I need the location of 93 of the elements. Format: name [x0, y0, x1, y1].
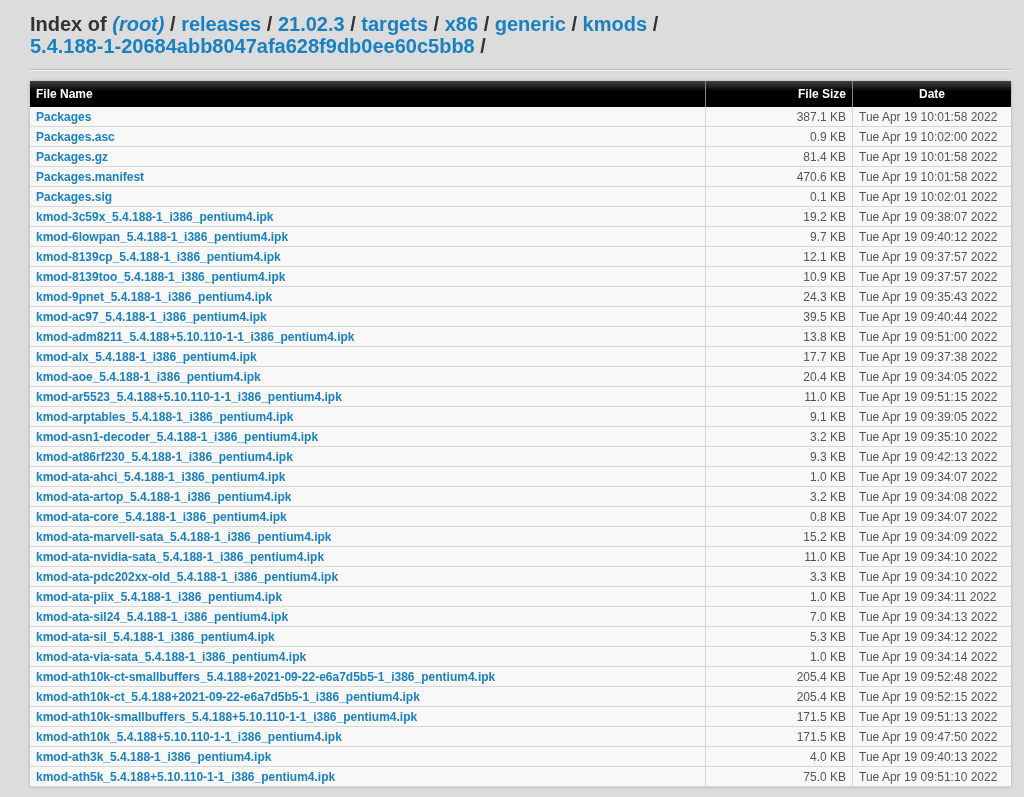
path-separator: /	[571, 13, 578, 35]
file-size: 0.1 KB	[705, 186, 853, 207]
file-date: Tue Apr 19 09:34:10 2022	[852, 546, 1011, 567]
file-size: 171.5 KB	[705, 706, 853, 727]
file-date: Tue Apr 19 09:37:57 2022	[852, 266, 1011, 287]
breadcrumb-link[interactable]: releases	[181, 13, 262, 35]
file-size: 81.4 KB	[705, 146, 853, 167]
file-link[interactable]: Packages.gz	[36, 149, 109, 164]
breadcrumb-link[interactable]: targets	[361, 13, 428, 35]
file-date: Tue Apr 19 09:40:44 2022	[852, 306, 1011, 327]
file-size: 10.9 KB	[705, 266, 853, 287]
file-date: Tue Apr 19 09:52:15 2022	[852, 686, 1011, 707]
file-date: Tue Apr 19 09:39:05 2022	[852, 406, 1011, 427]
path-separator: /	[652, 13, 659, 35]
file-size: 5.3 KB	[705, 626, 853, 647]
file-size: 4.0 KB	[705, 746, 853, 767]
file-size: 1.0 KB	[705, 466, 853, 487]
file-size: 9.7 KB	[705, 226, 853, 247]
column-header[interactable]: File Name	[30, 81, 706, 107]
file-size: 1.0 KB	[705, 646, 853, 667]
breadcrumb-link[interactable]: x86	[444, 13, 479, 35]
file-size: 7.0 KB	[705, 606, 853, 627]
file-date: Tue Apr 19 09:51:00 2022	[852, 326, 1011, 347]
file-size: 205.4 KB	[705, 686, 853, 707]
file-date: Tue Apr 19 09:35:43 2022	[852, 286, 1011, 307]
file-link[interactable]: Packages.manifest	[36, 169, 145, 184]
file-size: 470.6 KB	[705, 166, 853, 187]
file-date: Tue Apr 19 09:40:12 2022	[852, 226, 1011, 247]
file-size: 39.5 KB	[705, 306, 853, 327]
file-size: 3.3 KB	[705, 566, 853, 587]
column-header[interactable]: Date	[852, 81, 1011, 107]
file-size: 171.5 KB	[705, 726, 853, 747]
file-size: 205.4 KB	[705, 666, 853, 687]
file-link[interactable]: Packages.asc	[36, 129, 115, 144]
file-size: 20.4 KB	[705, 366, 853, 387]
file-size: 11.0 KB	[705, 546, 853, 567]
file-date: Tue Apr 19 09:38:07 2022	[852, 206, 1011, 227]
page-title: Index of	[30, 13, 107, 35]
file-link[interactable]: Packages	[36, 109, 92, 124]
file-date: Tue Apr 19 09:51:13 2022	[852, 706, 1011, 727]
file-size: 24.3 KB	[705, 286, 853, 307]
file-size: 12.1 KB	[705, 246, 853, 267]
file-size: 3.2 KB	[705, 486, 853, 507]
file-date: Tue Apr 19 09:34:13 2022	[852, 606, 1011, 627]
file-date: Tue Apr 19 09:34:12 2022	[852, 626, 1011, 647]
file-date: Tue Apr 19 09:47:50 2022	[852, 726, 1011, 747]
breadcrumb-link[interactable]: 5.4.188-1-20684abb8047afa628f9db0ee60c5bb8	[30, 35, 475, 57]
file-date: Tue Apr 19 10:01:58 2022	[852, 166, 1011, 187]
file-date: Tue Apr 19 09:34:14 2022	[852, 646, 1011, 667]
file-date: Tue Apr 19 09:40:13 2022	[852, 746, 1011, 767]
file-size: 0.9 KB	[705, 126, 853, 147]
file-date: Tue Apr 19 09:51:15 2022	[852, 386, 1011, 407]
path-separator: /	[433, 13, 440, 35]
breadcrumb-link[interactable]: kmods	[582, 13, 648, 35]
file-size: 13.8 KB	[705, 326, 853, 347]
file-size: 0.8 KB	[705, 506, 853, 527]
column-header[interactable]: File Size	[705, 81, 853, 107]
file-date: Tue Apr 19 09:37:57 2022	[852, 246, 1011, 267]
file-date: Tue Apr 19 09:35:10 2022	[852, 426, 1011, 447]
file-size: 75.0 KB	[705, 766, 853, 787]
path-separator: /	[266, 13, 273, 35]
file-date: Tue Apr 19 10:02:01 2022	[852, 186, 1011, 207]
file-size: 11.0 KB	[705, 386, 853, 407]
file-date: Tue Apr 19 09:34:11 2022	[852, 586, 1011, 607]
file-size: 9.1 KB	[705, 406, 853, 427]
file-size: 9.3 KB	[705, 446, 853, 467]
breadcrumb-link[interactable]: generic	[494, 13, 566, 35]
file-date: Tue Apr 19 10:01:58 2022	[852, 146, 1011, 167]
file-size: 387.1 KB	[705, 107, 853, 127]
file-size: 17.7 KB	[705, 346, 853, 367]
breadcrumb-link[interactable]: (root)	[112, 13, 165, 35]
file-size: 3.2 KB	[705, 426, 853, 447]
file-date: Tue Apr 19 09:42:13 2022	[852, 446, 1011, 467]
breadcrumb-link[interactable]: 21.02.3	[277, 13, 345, 35]
file-date: Tue Apr 19 10:02:00 2022	[852, 126, 1011, 147]
file-date: Tue Apr 19 09:34:07 2022	[852, 506, 1011, 527]
file-date: Tue Apr 19 09:34:05 2022	[852, 366, 1011, 387]
file-date: Tue Apr 19 09:37:38 2022	[852, 346, 1011, 367]
file-date: Tue Apr 19 09:34:09 2022	[852, 526, 1011, 547]
file-date: Tue Apr 19 09:34:10 2022	[852, 566, 1011, 587]
file-size: 19.2 KB	[705, 206, 853, 227]
path-separator: /	[350, 13, 356, 35]
path-separator: /	[170, 13, 176, 35]
file-size: 1.0 KB	[705, 586, 853, 607]
file-date: Tue Apr 19 09:34:07 2022	[852, 466, 1011, 487]
path-separator: /	[480, 35, 486, 57]
file-size: 15.2 KB	[705, 526, 853, 547]
file-date: Tue Apr 19 10:01:58 2022	[852, 107, 1011, 127]
path-separator: /	[483, 13, 490, 35]
file-date: Tue Apr 19 09:34:08 2022	[852, 486, 1011, 507]
file-link[interactable]: Packages.sig	[36, 189, 113, 204]
file-date: Tue Apr 19 09:51:10 2022	[852, 766, 1011, 787]
file-date: Tue Apr 19 09:52:48 2022	[852, 666, 1011, 687]
